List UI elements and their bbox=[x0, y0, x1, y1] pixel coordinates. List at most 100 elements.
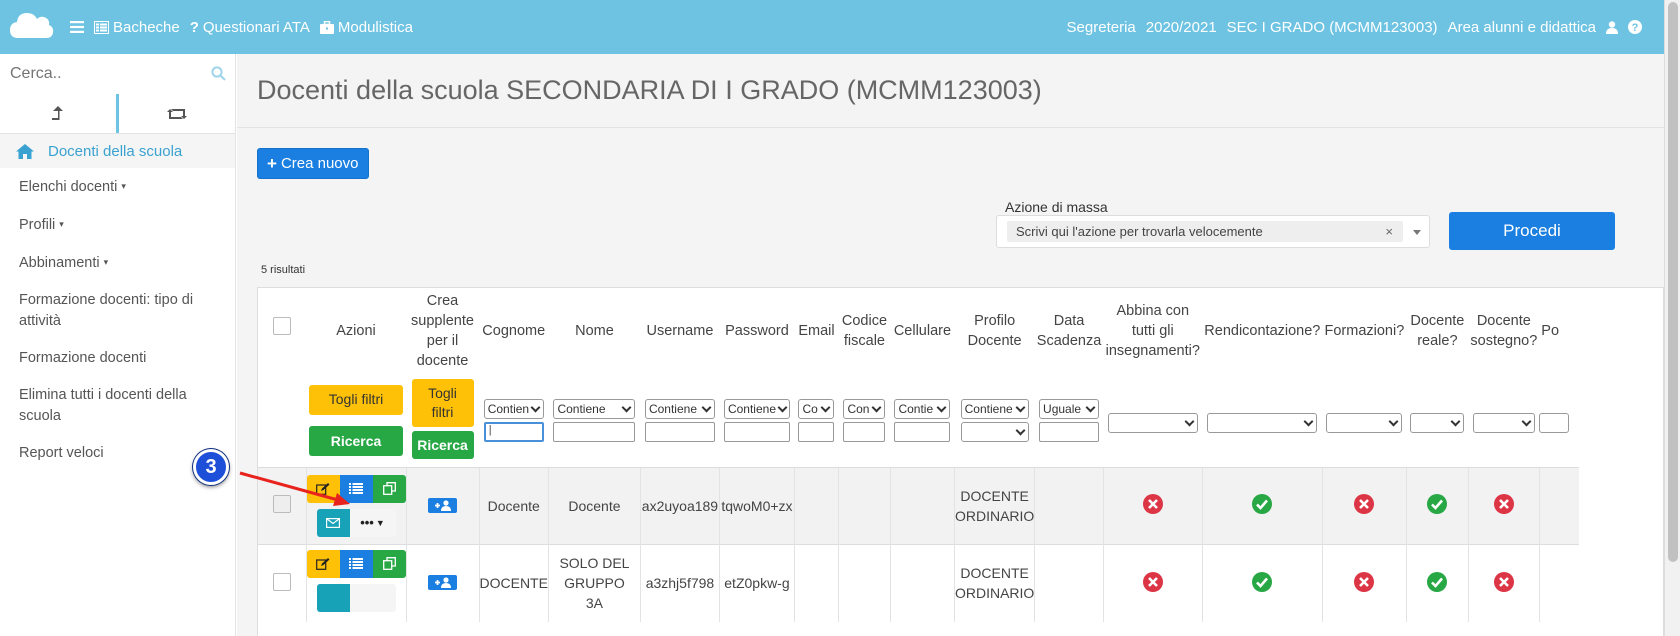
col-po[interactable]: Po bbox=[1539, 288, 1579, 374]
col-email[interactable]: Email bbox=[794, 288, 838, 374]
filter-cognome-operator[interactable]: Contien bbox=[483, 398, 544, 419]
school-year-link[interactable]: 2020/2021 bbox=[1146, 19, 1217, 36]
check-circle-icon[interactable] bbox=[1251, 493, 1273, 518]
x-circle-icon[interactable] bbox=[1493, 493, 1515, 518]
sidebar-item-1[interactable]: Profili ▾ bbox=[0, 206, 235, 244]
filter-po-select[interactable] bbox=[1539, 412, 1570, 433]
user-icon[interactable] bbox=[1606, 20, 1618, 34]
filter-email-operator[interactable]: Co bbox=[798, 398, 835, 419]
more-options-dropdown[interactable]: ••• ▼ bbox=[349, 508, 396, 537]
sidebar-item-3[interactable]: Formazione docenti: tipo di attività bbox=[0, 282, 235, 340]
filter-email-input[interactable] bbox=[798, 421, 835, 442]
x-circle-icon[interactable] bbox=[1142, 493, 1164, 518]
sidebar-item-0[interactable]: Elenchi docenti ▾ bbox=[0, 168, 235, 206]
nav-questionari-ata[interactable]: ? Questionari ATA bbox=[190, 19, 310, 36]
col-nome[interactable]: Nome bbox=[548, 288, 640, 374]
filter-rendicontazione-select[interactable] bbox=[1207, 412, 1318, 433]
filter-sostegno-select[interactable] bbox=[1472, 412, 1535, 433]
create-substitute-button[interactable] bbox=[428, 497, 457, 513]
row-checkbox[interactable] bbox=[272, 495, 291, 513]
filter-cellulare-operator[interactable]: Contie bbox=[894, 398, 951, 419]
sidebar-item-docenti-della-scuola[interactable]: Docenti della scuola bbox=[0, 134, 235, 168]
sidebar-item-4[interactable]: Formazione docenti bbox=[0, 340, 235, 377]
sidebar-item-label: Elimina tutti i docenti della scuola bbox=[19, 387, 187, 424]
page-scrollbar[interactable] bbox=[1664, 0, 1680, 636]
filter-abbina-select[interactable] bbox=[1107, 412, 1198, 433]
filter-reale-select[interactable] bbox=[1410, 412, 1465, 433]
col-username[interactable]: Username bbox=[640, 288, 719, 374]
filter-nome-input[interactable] bbox=[553, 421, 636, 442]
create-substitute-button[interactable] bbox=[428, 575, 457, 591]
create-new-button[interactable]: + Crea nuovo bbox=[257, 148, 369, 179]
details-list-button[interactable] bbox=[339, 474, 373, 503]
menu-icon[interactable] bbox=[70, 21, 84, 33]
scrollbar-thumb[interactable] bbox=[1668, 2, 1678, 562]
role-link[interactable]: Segreteria bbox=[1067, 19, 1136, 36]
edit-button[interactable] bbox=[306, 549, 340, 578]
col-codice-fiscale[interactable]: Codice fiscale bbox=[838, 288, 890, 374]
check-circle-icon[interactable] bbox=[1426, 493, 1448, 518]
search-button-2[interactable]: Ricerca bbox=[411, 430, 474, 459]
x-circle-icon[interactable] bbox=[1353, 493, 1375, 518]
clear-selection-icon[interactable]: × bbox=[1385, 221, 1393, 242]
filter-formazioni-select[interactable] bbox=[1326, 412, 1403, 433]
copy-icon bbox=[382, 557, 396, 570]
filter-cellulare-input[interactable] bbox=[894, 421, 951, 442]
copy-button[interactable] bbox=[372, 474, 406, 503]
clear-filters-button[interactable]: Togli filtri bbox=[309, 384, 403, 415]
col-cognome[interactable]: Cognome bbox=[479, 288, 548, 374]
filter-username-input[interactable] bbox=[644, 421, 715, 442]
filter-scadenza-input[interactable] bbox=[1039, 421, 1100, 442]
email-button[interactable] bbox=[316, 583, 350, 612]
search-button[interactable]: Ricerca bbox=[309, 425, 403, 456]
x-circle-icon[interactable] bbox=[1353, 571, 1375, 596]
details-list-button[interactable] bbox=[339, 549, 373, 578]
more-options-dropdown[interactable] bbox=[349, 583, 396, 612]
filter-password-input[interactable] bbox=[723, 421, 790, 442]
tab-retweet[interactable] bbox=[119, 94, 235, 133]
col-rendicontazione[interactable]: Rendicontazione? bbox=[1202, 288, 1322, 374]
edit-button[interactable] bbox=[306, 474, 340, 503]
row-checkbox[interactable] bbox=[272, 572, 291, 591]
tab-upload[interactable] bbox=[0, 94, 119, 133]
check-circle-icon[interactable] bbox=[1426, 571, 1448, 596]
school-link[interactable]: SEC I GRADO (MCMM123003) bbox=[1227, 19, 1438, 36]
nav-modulistica[interactable]: Modulistica bbox=[319, 19, 413, 36]
x-circle-icon[interactable] bbox=[1493, 571, 1515, 596]
sidebar-search-input[interactable] bbox=[0, 54, 235, 94]
add-user-icon bbox=[434, 499, 451, 511]
search-icon[interactable] bbox=[211, 66, 226, 81]
check-circle-icon[interactable] bbox=[1251, 571, 1273, 596]
col-abbina[interactable]: Abbina con tutti gli insegnamenti? bbox=[1103, 288, 1202, 374]
area-link[interactable]: Area alunni e didattica bbox=[1448, 19, 1596, 36]
clear-filters-button-2[interactable]: Togli filtri bbox=[411, 378, 474, 427]
email-button[interactable] bbox=[316, 508, 350, 537]
filter-profilo-operator[interactable]: Contiene bbox=[960, 398, 1029, 419]
col-cellulare[interactable]: Cellulare bbox=[890, 288, 954, 374]
nav-bacheche[interactable]: Bacheche bbox=[94, 19, 180, 36]
filter-cognome-operator-value: Contien bbox=[487, 401, 530, 416]
sidebar-item-2[interactable]: Abbinamenti ▾ bbox=[0, 244, 235, 282]
filter-password-operator[interactable]: Contiene bbox=[723, 398, 790, 419]
copy-button[interactable] bbox=[372, 549, 406, 578]
col-formazioni[interactable]: Formazioni? bbox=[1322, 288, 1406, 374]
filter-scadenza-operator[interactable]: Uguale bbox=[1039, 398, 1100, 419]
mass-action-select[interactable]: Scrivi qui l'azione per trovarla velocem… bbox=[996, 215, 1430, 248]
col-password[interactable]: Password bbox=[719, 288, 794, 374]
cloud-logo-icon[interactable] bbox=[8, 8, 54, 44]
filter-cf-operator[interactable]: Con bbox=[843, 398, 886, 419]
help-icon[interactable]: ? bbox=[1628, 20, 1642, 34]
col-data-scadenza[interactable]: Data Scadenza bbox=[1035, 288, 1103, 374]
proceed-button[interactable]: Procedi bbox=[1449, 212, 1615, 250]
filter-cognome-input[interactable]: | bbox=[483, 421, 544, 442]
col-docente-sostegno[interactable]: Docente sostegno? bbox=[1468, 288, 1539, 374]
filter-nome-operator[interactable]: Contiene bbox=[553, 398, 636, 419]
col-docente-reale[interactable]: Docente reale? bbox=[1406, 288, 1468, 374]
col-profilo[interactable]: Profilo Docente bbox=[954, 288, 1034, 374]
filter-username-operator[interactable]: Contiene bbox=[644, 398, 715, 419]
filter-profilo-select[interactable] bbox=[960, 421, 1029, 442]
sidebar-item-5[interactable]: Elimina tutti i docenti della scuola bbox=[0, 377, 235, 435]
x-circle-icon[interactable] bbox=[1142, 571, 1164, 596]
filter-cf-input[interactable] bbox=[843, 421, 886, 442]
select-all-checkbox[interactable] bbox=[273, 317, 291, 335]
